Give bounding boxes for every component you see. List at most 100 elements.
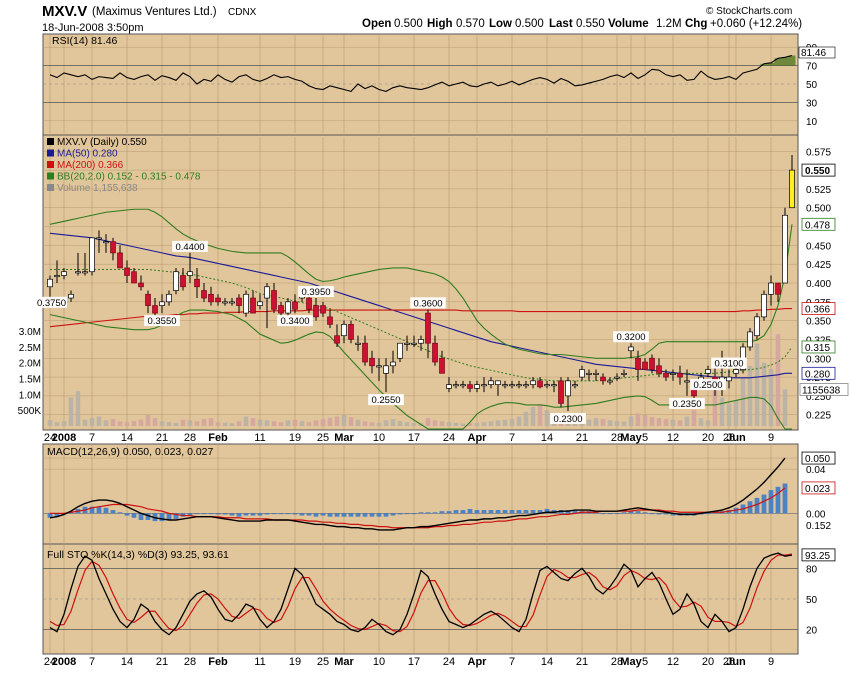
volume-bar xyxy=(446,422,452,426)
volume-bar xyxy=(376,422,382,426)
volume-bar xyxy=(656,418,662,426)
macd-histogram-bar xyxy=(607,513,613,515)
chart-date: 18-Jun-2008 3:50pm xyxy=(42,22,144,34)
x-tick-label-bottom: 24 xyxy=(443,656,455,668)
volume-bar xyxy=(733,400,739,426)
price-value-tag: 0.280 xyxy=(805,369,830,380)
macd-histogram-bar xyxy=(663,513,669,515)
x-tick-label: 19 xyxy=(289,432,301,444)
macd-histogram-bar xyxy=(334,513,340,517)
volume-bar xyxy=(145,414,151,426)
x-tick-label-bottom: Mar xyxy=(334,656,354,668)
volume-bar xyxy=(306,422,312,426)
candle-body xyxy=(229,301,235,304)
x-tick-label-bottom: 17 xyxy=(408,656,420,668)
candle-body xyxy=(257,301,263,306)
volume-bar xyxy=(152,418,158,426)
candle-body xyxy=(635,357,641,370)
candle-body xyxy=(278,305,284,314)
last-label: Last xyxy=(549,18,573,30)
x-tick-label: 5 xyxy=(642,432,648,444)
volume-bar xyxy=(509,419,515,426)
x-tick-label: 7 xyxy=(509,432,515,444)
macd-histogram-bar xyxy=(320,513,326,516)
candle-body xyxy=(159,301,165,306)
macd-histogram-bar xyxy=(474,510,480,514)
macd-histogram-bar xyxy=(131,513,137,518)
macd-histogram-bar xyxy=(642,512,648,514)
macd-histogram-bar xyxy=(327,513,333,517)
volume-bar xyxy=(586,419,592,426)
candle-body xyxy=(761,293,767,318)
candle-body xyxy=(572,384,578,387)
volume-bar xyxy=(194,421,200,426)
volume-bar xyxy=(460,423,466,426)
chart-canvas: MXV.V (Maximus Ventures Ltd.) CDNX 18-Ju… xyxy=(0,0,850,668)
candle-body xyxy=(593,372,599,375)
candle-body xyxy=(404,342,410,345)
candle-body xyxy=(523,384,529,387)
candle-body xyxy=(348,324,354,340)
macd-value-tag: 0.050 xyxy=(805,454,830,465)
macd-histogram-bar xyxy=(383,513,389,517)
price-tick-label: 0.400 xyxy=(806,279,831,290)
candle-body xyxy=(474,384,480,389)
x-tick-label: May xyxy=(620,432,642,444)
macd-histogram-bar xyxy=(215,513,221,515)
candle-body xyxy=(194,278,200,288)
macd-histogram-bar xyxy=(117,512,123,514)
volume-bar xyxy=(96,416,102,426)
volume-bar xyxy=(75,391,81,426)
macd-title: MACD(12,26,9) 0.050, 0.023, 0.027 xyxy=(47,446,214,458)
x-tick-label-bottom: May xyxy=(620,656,642,668)
volume-tick-label: 2.5M xyxy=(19,343,41,354)
volume-bar xyxy=(264,420,270,426)
x-tick-label: 14 xyxy=(541,432,553,444)
volume-bar xyxy=(180,419,186,426)
x-tick-label: Jun xyxy=(726,432,746,444)
watermark: © StockCharts.com xyxy=(706,6,792,17)
price-annotation: 0.3600 xyxy=(413,298,442,309)
price-annotation: 0.2550 xyxy=(371,395,400,406)
volume-bar xyxy=(775,334,781,426)
macd-histogram-bar xyxy=(250,513,256,516)
candle-body xyxy=(47,278,53,288)
macd-histogram-bar xyxy=(397,513,403,515)
candle-body xyxy=(236,297,242,306)
volume-bar xyxy=(782,389,788,426)
rsi-tick-label: 10 xyxy=(806,117,818,128)
candle-body xyxy=(467,384,473,389)
volume-bar xyxy=(383,420,389,426)
macd-histogram-bar xyxy=(418,512,424,514)
volume-bar xyxy=(362,421,368,426)
x-tick-label: Mar xyxy=(334,432,354,444)
volume-bar xyxy=(355,419,361,426)
candle-body xyxy=(656,365,662,374)
macd-histogram-bar xyxy=(236,513,242,517)
candle-body xyxy=(607,380,613,383)
volume-bar xyxy=(516,416,522,426)
macd-histogram-bar xyxy=(341,513,347,517)
price-tick-label: 0.225 xyxy=(806,411,831,422)
x-tick-label-bottom: 5 xyxy=(642,656,648,668)
candle-body xyxy=(621,372,627,375)
x-tick-label: 14 xyxy=(121,432,133,444)
chg-value: +0.060 (+12.24%) xyxy=(710,18,802,30)
x-tick-label: 24 xyxy=(443,432,455,444)
candle-body xyxy=(271,290,277,310)
candle-body xyxy=(516,384,522,387)
x-tick-label-bottom: Feb xyxy=(208,656,228,668)
legend-entry: MXV.V (Daily) 0.550 xyxy=(57,137,147,148)
rsi-tick-label: 50 xyxy=(806,80,818,91)
x-tick-label-bottom: Apr xyxy=(468,656,488,668)
candle-body xyxy=(215,297,221,303)
macd-histogram-bar xyxy=(453,510,459,514)
x-tick-label-bottom: 7 xyxy=(89,656,95,668)
candle-body xyxy=(68,293,74,299)
volume-bar xyxy=(691,410,697,426)
high-label: High xyxy=(427,18,453,30)
low-value: 0.500 xyxy=(515,18,544,30)
rsi-title: RSI(14) 81.46 xyxy=(52,35,118,47)
macd-histogram-bar xyxy=(243,513,249,516)
macd-histogram-bar xyxy=(201,513,207,515)
